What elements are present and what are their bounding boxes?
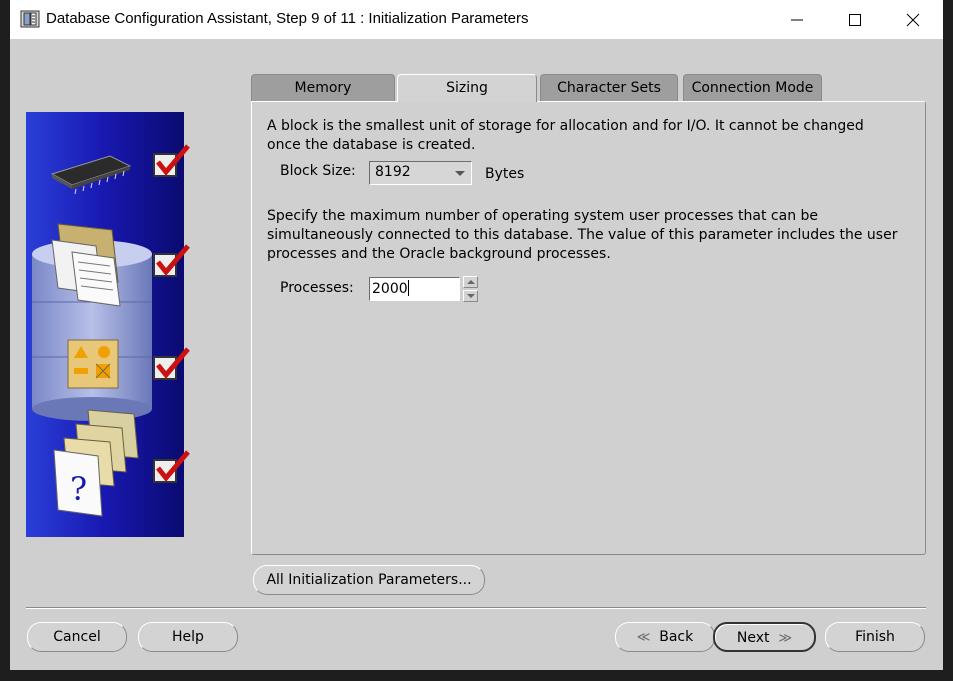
cancel-button[interactable]: Cancel [27,622,127,652]
processes-description-line: simultaneously connected to this databas… [267,227,898,243]
processes-stepper[interactable] [463,276,480,303]
dbca-window: Database Configuration Assistant, Step 9… [10,0,943,670]
processes-description-line: Specify the maximum number of operating … [267,208,819,224]
close-button[interactable] [884,0,942,39]
next-label: Next [736,630,770,646]
minimize-icon [791,19,803,21]
maximize-icon [849,14,861,26]
close-icon [906,13,920,27]
chevron-up-icon [467,280,475,284]
tab-sizing[interactable]: Sizing [397,74,537,102]
block-size-value: 8192 [375,164,411,180]
chevron-left-icon: ≪ [636,630,651,645]
processes-value: 2000 [372,281,408,297]
help-button[interactable]: Help [138,622,238,652]
svg-text:?: ? [70,470,87,508]
block-size-label: Block Size: [280,163,356,179]
next-button[interactable]: Next ≫ [713,622,816,652]
maximize-button[interactable] [826,0,884,39]
tab-character-sets[interactable]: Character Sets [540,74,678,101]
chevron-down-icon [455,171,465,176]
window-title: Database Configuration Assistant, Step 9… [46,10,529,27]
title-bar: Database Configuration Assistant, Step 9… [10,0,943,39]
processes-input[interactable]: 2000 [369,277,460,301]
shapes-icon [67,339,119,389]
all-init-params-button[interactable]: All Initialization Parameters... [253,565,485,595]
back-button[interactable]: ≪ Back [615,622,715,652]
tab-connection-mode[interactable]: Connection Mode [683,74,822,101]
minimize-button[interactable] [768,0,826,39]
tab-memory[interactable]: Memory [251,74,395,101]
chevron-right-icon: ≫ [778,631,793,646]
stepper-down-button[interactable] [463,290,478,302]
block-size-unit: Bytes [485,166,525,182]
finish-button[interactable]: Finish [825,622,925,652]
step-check-icon [153,144,190,177]
chevron-down-icon [467,294,475,298]
step-check-icon [153,450,190,483]
processes-description-line: processes and the Oracle background proc… [267,246,611,262]
block-description-line: A block is the smallest unit of storage … [267,118,864,134]
processes-label: Processes: [280,280,354,296]
block-size-select[interactable]: 8192 [369,161,472,185]
stepper-up-button[interactable] [463,276,478,288]
step-check-icon [153,244,190,277]
back-label: Back [659,629,694,645]
step-check-icon [153,347,190,380]
database-icon [20,10,40,28]
divider [26,607,926,609]
block-description-line: once the database is created. [267,137,476,153]
